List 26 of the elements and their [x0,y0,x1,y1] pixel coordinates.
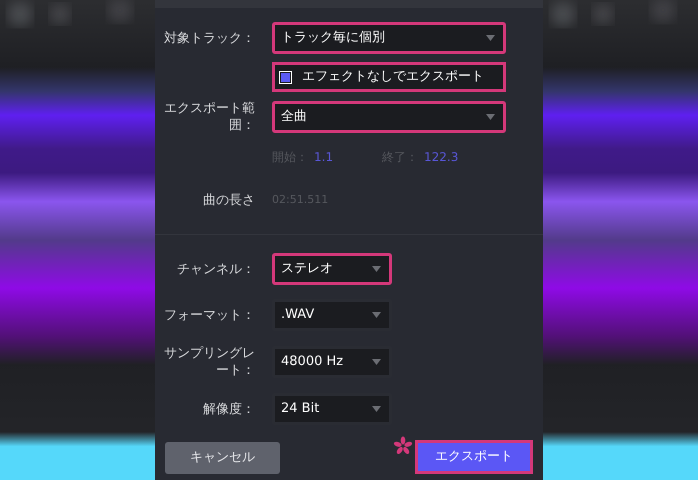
field-label: 解像度： [202,400,255,418]
field-label: サンプリングレート： [163,345,255,379]
dropdown[interactable]: .WAV [272,299,392,331]
caret-icon [486,35,495,41]
checkbox-field[interactable]: エフェクトなしでエクスポート [272,62,506,92]
field-label: エクスポート範囲： [163,100,255,134]
flower-icon [393,436,413,456]
field-label: 対象トラック： [163,30,255,46]
export-button[interactable]: エクスポート [415,440,533,474]
field-label: 曲の長さ [202,192,255,208]
dropdown[interactable]: ステレオ [272,253,392,285]
caret-icon [372,312,381,318]
dropdown[interactable]: 48000 Hz [272,346,392,378]
caret-icon [372,359,381,365]
dropdown[interactable]: 全曲 [272,101,506,133]
field-label: チャンネル： [176,260,255,278]
caret-icon [372,406,381,412]
dropdown[interactable]: 24 Bit [272,393,392,425]
start-value: 1.1 [314,149,334,166]
caret-icon [486,114,495,120]
cancel-button[interactable]: キャンセル [165,442,280,474]
end-value: 122.3 [424,149,458,166]
caret-icon [372,266,381,272]
field-label: フォーマット： [163,306,255,324]
checkbox[interactable] [279,70,292,84]
dropdown[interactable]: トラック毎に個別 [272,22,506,54]
